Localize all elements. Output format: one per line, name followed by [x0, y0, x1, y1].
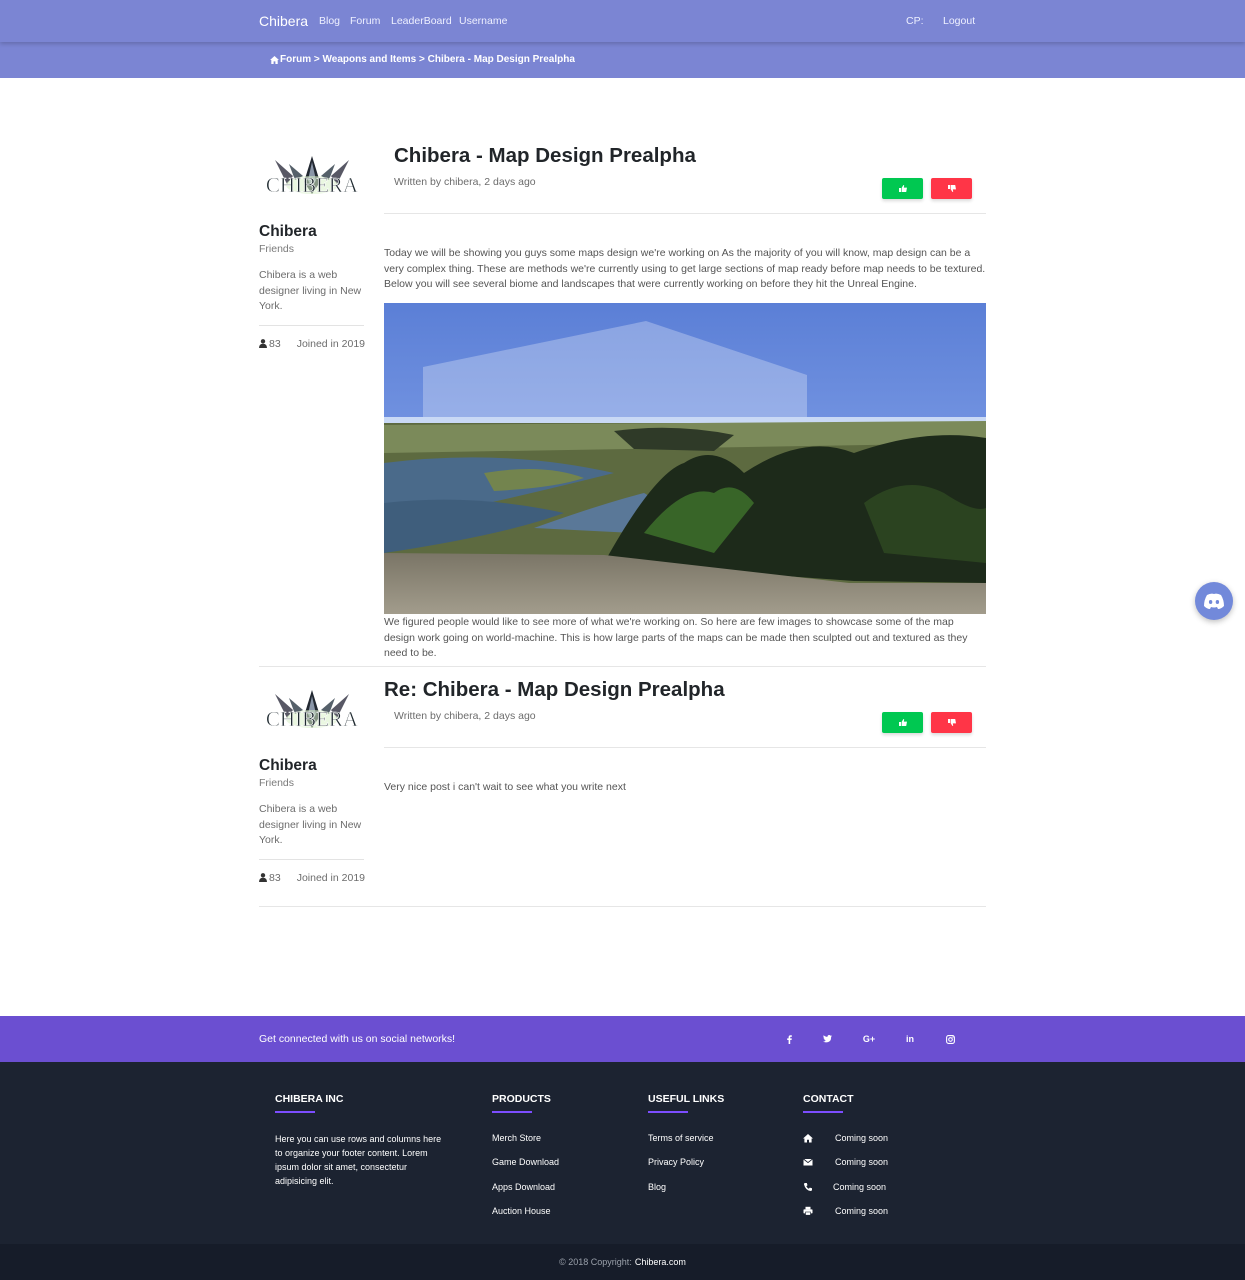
- heading-underline: [275, 1111, 315, 1113]
- footer-link-auction-house[interactable]: Auction House: [492, 1206, 551, 1216]
- logout-link[interactable]: Logout: [943, 15, 975, 27]
- thumbs-up-icon: [898, 719, 907, 726]
- chibera-logo-avatar: CHIBERA: [266, 690, 359, 731]
- footer-company: CHIBERA INC: [275, 1093, 343, 1113]
- print-icon: [803, 1206, 813, 1216]
- linkedin-icon[interactable]: in: [903, 1032, 917, 1046]
- footer-link-privacy[interactable]: Privacy Policy: [648, 1157, 704, 1167]
- post-title: Chibera - Map Design Prealpha: [394, 144, 696, 167]
- contact-fax: Coming soon: [835, 1206, 889, 1216]
- footer-link-game-download[interactable]: Game Download: [492, 1157, 559, 1167]
- map-render-image: [384, 303, 986, 614]
- thumbs-down-icon: [947, 185, 956, 192]
- author-role: Friends: [259, 777, 295, 789]
- heading-underline: [803, 1111, 843, 1113]
- footer-contact: CONTACT: [803, 1093, 854, 1113]
- post-title: Re: Chibera - Map Design Prealpha: [384, 678, 725, 701]
- google-plus-icon[interactable]: G+: [862, 1032, 876, 1046]
- contact-email: Coming soon: [835, 1157, 889, 1167]
- author-role: Friends: [259, 243, 295, 255]
- user-icon: [259, 339, 267, 348]
- breadcrumb[interactable]: Forum > Weapons and Items > Chibera - Ma…: [270, 54, 575, 65]
- footer-heading: CONTACT: [803, 1093, 854, 1105]
- footer-heading: PRODUCTS: [492, 1093, 551, 1105]
- contact-address: Coming soon: [835, 1133, 889, 1143]
- discord-icon: [1204, 593, 1224, 609]
- footer-company-text: Here you can use rows and columns here t…: [275, 1134, 442, 1186]
- author-name[interactable]: Chibera: [259, 223, 317, 241]
- thumbs-up-icon: [898, 185, 907, 192]
- copyright-text: © 2018 Copyright:: [559, 1257, 632, 1267]
- nav-leaderboard[interactable]: LeaderBoard: [391, 15, 452, 27]
- footer-link-terms[interactable]: Terms of service: [648, 1133, 714, 1143]
- downvote-button[interactable]: [931, 178, 972, 199]
- joined-date: Joined in 2019: [296, 872, 365, 884]
- heading-underline: [648, 1111, 688, 1113]
- instagram-icon[interactable]: [943, 1032, 957, 1046]
- breadcrumb-bar: Forum > Weapons and Items > Chibera - Ma…: [0, 42, 1245, 78]
- thumbs-down-icon: [947, 719, 956, 726]
- footer-link-blog[interactable]: Blog: [648, 1182, 666, 1192]
- facebook-icon[interactable]: [782, 1032, 796, 1046]
- chibera-logo-avatar: CHIBERA: [266, 156, 359, 197]
- phone-icon: [804, 1183, 812, 1191]
- post-meta: Written by chibera, 2 days ago: [394, 710, 536, 722]
- brand-link[interactable]: Chibera: [259, 13, 308, 29]
- author-divider: [259, 859, 364, 860]
- navbar: Chibera Blog Forum LeaderBoard Username …: [0, 0, 1245, 42]
- joined-date: Joined in 2019: [296, 338, 365, 350]
- post-count: 83: [259, 338, 281, 350]
- user-icon: [259, 873, 267, 882]
- post-body-continued: We figured people would like to see more…: [384, 616, 968, 659]
- author-divider: [259, 325, 364, 326]
- author-stats: 83 Joined in 2019: [259, 338, 365, 350]
- footer-heading: CHIBERA INC: [275, 1093, 344, 1105]
- post-body: Very nice post i can't wait to see what …: [384, 781, 626, 793]
- post-separator: [259, 666, 986, 667]
- contact-phone: Coming soon: [833, 1182, 887, 1192]
- copyright-bar: © 2018 Copyright: Chibera.com: [0, 1244, 1245, 1280]
- post-separator: [259, 906, 986, 907]
- author-bio: Chibera is a web designer living in New …: [259, 269, 362, 312]
- footer-link-merch-store[interactable]: Merch Store: [492, 1133, 541, 1143]
- nav-blog[interactable]: Blog: [319, 15, 340, 27]
- social-bar: Get connected with us on social networks…: [0, 1016, 1245, 1062]
- svg-text:CHIBERA: CHIBERA: [266, 173, 359, 197]
- post-body: Today we will be showing you guys some m…: [384, 247, 986, 290]
- heading-underline: [492, 1111, 532, 1113]
- author-name[interactable]: Chibera: [259, 757, 317, 775]
- cp-label: CP:: [906, 15, 924, 27]
- breadcrumb-text: Forum > Weapons and Items > Chibera - Ma…: [280, 54, 575, 65]
- author-stats: 83 Joined in 2019: [259, 872, 365, 884]
- upvote-button[interactable]: [882, 178, 923, 199]
- envelope-icon: [803, 1158, 813, 1166]
- post-meta: Written by chibera, 2 days ago: [394, 176, 536, 188]
- post-divider: [384, 213, 986, 214]
- footer-heading: USEFUL LINKS: [648, 1093, 725, 1105]
- home-icon: [270, 55, 279, 64]
- upvote-button[interactable]: [882, 712, 923, 733]
- svg-text:CHIBERA: CHIBERA: [266, 707, 359, 731]
- nav-forum[interactable]: Forum: [350, 15, 380, 27]
- footer-products: PRODUCTS: [492, 1093, 551, 1113]
- discord-button[interactable]: [1195, 582, 1233, 620]
- downvote-button[interactable]: [931, 712, 972, 733]
- footer-link-apps-download[interactable]: Apps Download: [492, 1182, 555, 1192]
- home-icon: [803, 1134, 813, 1143]
- twitter-icon[interactable]: [820, 1032, 834, 1046]
- author-bio: Chibera is a web designer living in New …: [259, 803, 362, 846]
- nav-username[interactable]: Username: [459, 15, 507, 27]
- social-tagline: Get connected with us on social networks…: [259, 1033, 456, 1045]
- copyright-link[interactable]: Chibera.com: [635, 1257, 686, 1267]
- footer: CHIBERA INC Here you can use rows and co…: [0, 1062, 1245, 1244]
- post-divider: [384, 747, 986, 748]
- post-count: 83: [259, 872, 281, 884]
- footer-useful-links: USEFUL LINKS: [648, 1093, 724, 1113]
